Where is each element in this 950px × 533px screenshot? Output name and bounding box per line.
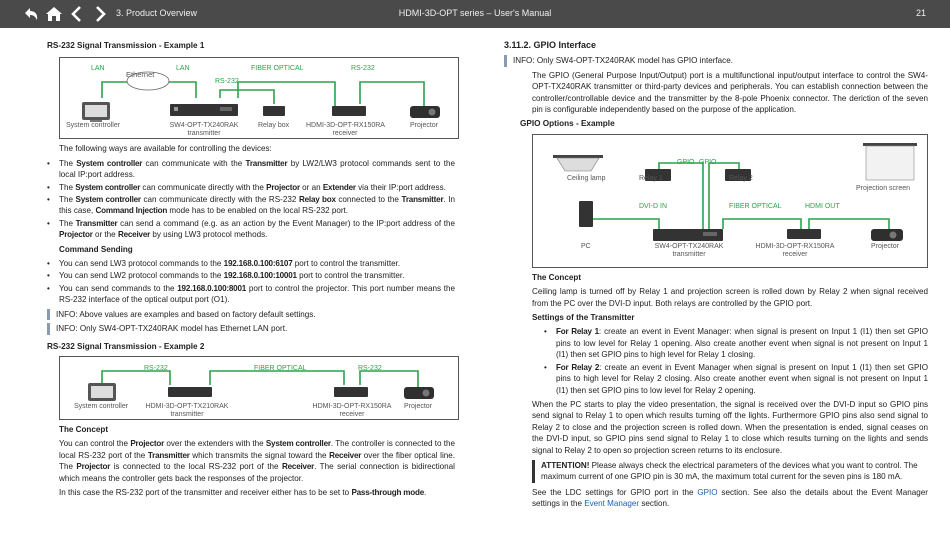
passthrough-text: In this case the RS-232 port of the tran… [59,487,427,497]
tag-fiber: FIBER OPTICAL [729,202,782,210]
gpio-intro: The GPIO (General Purpose Input/Output) … [532,70,928,115]
tag-lan-1: LAN [91,65,105,73]
tag-rs232-a: RS-232 [144,364,168,372]
label-transmitter: SW4-OPT-TX240RAK transmitter [654,242,724,258]
pc-image [579,200,593,227]
tag-hdmi-out: HDMI OUT [805,202,840,210]
label-system-controller: System controller [66,122,121,130]
example2-diagram: RS-232 FIBER OPTICAL RS-232 System contr… [59,355,459,420]
tag-fiber: FIBER OPTICAL [254,364,307,372]
command-item: You can send commands to the 192.168.0.1… [47,283,455,306]
gpio-heading: 3.11.2. GPIO Interface [504,40,597,50]
projector-image [871,228,903,241]
label-pc: PC [581,242,591,250]
concept-text-left: You can control the Projector over the e… [59,439,455,483]
tag-rs232-a: RS-232 [215,78,239,86]
label-receiver: HDMI-3D-OPT-RX150RA receiver [312,402,392,418]
see-also-text: See the LDC settings for GPIO port in th… [532,487,928,509]
tag-fiber: FIBER OPTICAL [251,65,304,73]
concept-text-right: Ceiling lamp is turned off by Relay 1 an… [532,287,928,308]
tag-rs232-b: RS-232 [358,364,382,372]
settings-item: For Relay 2: create an event in Event Ma… [544,362,928,396]
settings-heading: Settings of the Transmitter [532,313,635,323]
label-relay-1: Relay 1 [639,174,663,182]
concept-heading-left: The Concept [59,424,109,434]
info-ethernet: INFO: Only SW4-OPT-TX240RAK model has Et… [47,323,455,335]
label-receiver: HDMI-3D-OPT-RX150RA receiver [306,122,385,138]
example1-diagram: LAN Ethernet LAN RS-232 FIBER OPTICAL RS… [59,57,459,140]
tag-dvi-in: DVI-D IN [639,202,667,210]
top-bar: 3. Product Overview HDMI-3D-OPT series –… [0,0,950,28]
event-manager-link[interactable]: Event Manager [584,499,639,508]
concept-heading-right: The Concept [532,272,582,282]
manual-title: HDMI-3D-OPT series – User's Manual [398,8,552,18]
label-projection-screen: Projection screen [855,184,911,192]
label-projector: Projector [404,402,433,410]
label-projector: Projector [871,242,900,250]
tag-lan-2: LAN [176,65,190,73]
command-sending-heading: Command Sending [59,244,133,254]
gpio-link[interactable]: GPIO [697,488,717,497]
label-receiver: HDMI-3D-OPT-RX150RA receiver [755,242,835,258]
label-projector: Projector [410,122,439,130]
ways-list: The System controller can communicate wi… [47,158,455,241]
right-column: 3.11.2. GPIO Interface INFO: Only SW4-OP… [504,40,928,513]
way-item: The System controller can communicate di… [47,182,455,194]
commands-list: You can send LW3 protocol commands to th… [47,258,455,306]
label-transmitter: SW4-OPT-TX240RAK transmitter [169,122,239,138]
info-defaults: INFO: Above values are examples and base… [47,308,455,321]
page-number: 21 [915,8,926,18]
command-item: You can send LW3 protocol commands to th… [47,258,455,270]
video-text: When the PC starts to play the video pre… [532,399,928,455]
example2-heading: RS-232 Signal Transmission - Example 2 [47,341,205,351]
ethernet-label: Ethernet [126,70,155,80]
receiver-image [334,386,368,397]
way-item: The Transmitter can send a command (e.g.… [47,218,455,241]
settings-list: For Relay 1: create an event in Event Ma… [544,326,928,396]
way-item: The System controller can communicate wi… [47,158,455,181]
ways-intro: The following ways are available for con… [59,144,272,154]
example1-heading: RS-232 Signal Transmission - Example 1 [47,41,205,50]
way-item: The System controller can communicate di… [47,194,455,217]
label-relay-box: Relay box [258,122,290,130]
tag-rs232-b: RS-232 [351,65,375,73]
receiver-image [332,106,366,117]
info-gpio: INFO: Only SW4-OPT-TX240RAK model has GP… [504,55,928,67]
gpio-options-heading: GPIO Options - Example [520,119,615,129]
label-transmitter: HDMI-3D-OPT-TX210RAK transmitter [145,402,229,418]
left-column: RS-232 Signal Transmission - Example 1 L… [47,40,459,501]
tag-gpio-2: GPIO [699,158,717,166]
label-relay-2: Relay 2 [729,174,753,182]
gpio-diagram: GPIO GPIO DVI-D IN FIBER OPTICAL HDMI OU… [532,133,928,268]
transmitter-image [168,386,212,397]
label-system-controller: System controller [74,402,129,410]
projection-screen-image [863,142,917,146]
ceiling-lamp-image [553,154,603,158]
relay-box-image [263,106,285,117]
receiver-image [787,228,821,239]
command-item: You can send LW2 protocol commands to th… [47,270,455,282]
attention-box: ATTENTION! Please always check the elect… [532,459,928,483]
label-ceiling-lamp: Ceiling lamp [567,174,606,182]
tag-gpio-1: GPIO [677,158,695,166]
settings-item: For Relay 1: create an event in Event Ma… [544,326,928,360]
